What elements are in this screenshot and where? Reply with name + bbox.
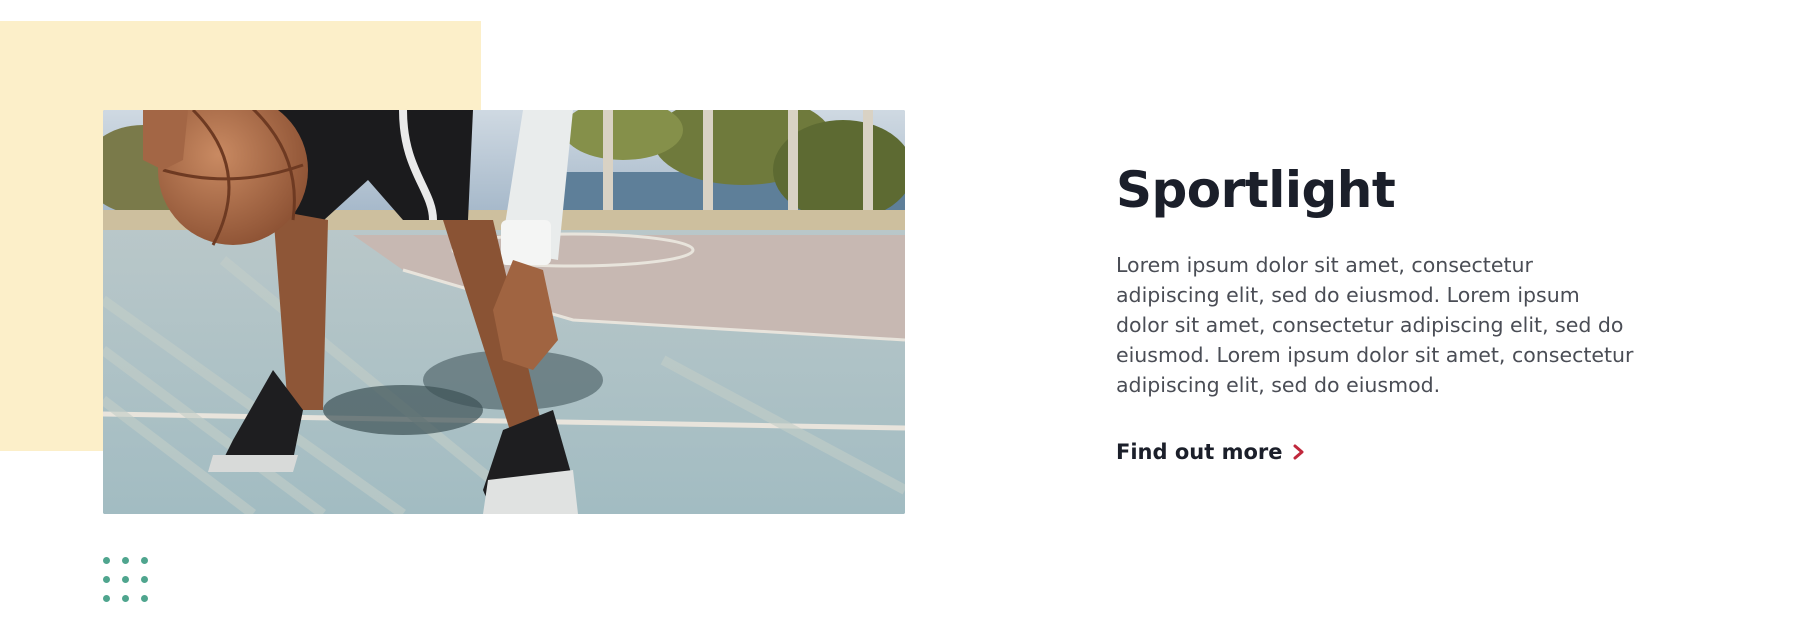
chevron-right-icon — [1292, 443, 1306, 461]
feature-content: Sportlight Lorem ipsum dolor sit amet, c… — [1116, 158, 1646, 464]
hero-image — [103, 110, 905, 514]
decorative-dot-grid — [103, 557, 149, 603]
basketball-photo-illustration — [103, 110, 905, 514]
feature-title: Sportlight — [1116, 161, 1396, 219]
sportlight-section: Sportlight Lorem ipsum dolor sit amet, c… — [0, 0, 1800, 621]
find-out-more-link[interactable]: Find out more — [1116, 440, 1306, 464]
feature-description: Lorem ipsum dolor sit amet, consectetur … — [1116, 253, 1634, 397]
find-out-more-label: Find out more — [1116, 440, 1283, 464]
